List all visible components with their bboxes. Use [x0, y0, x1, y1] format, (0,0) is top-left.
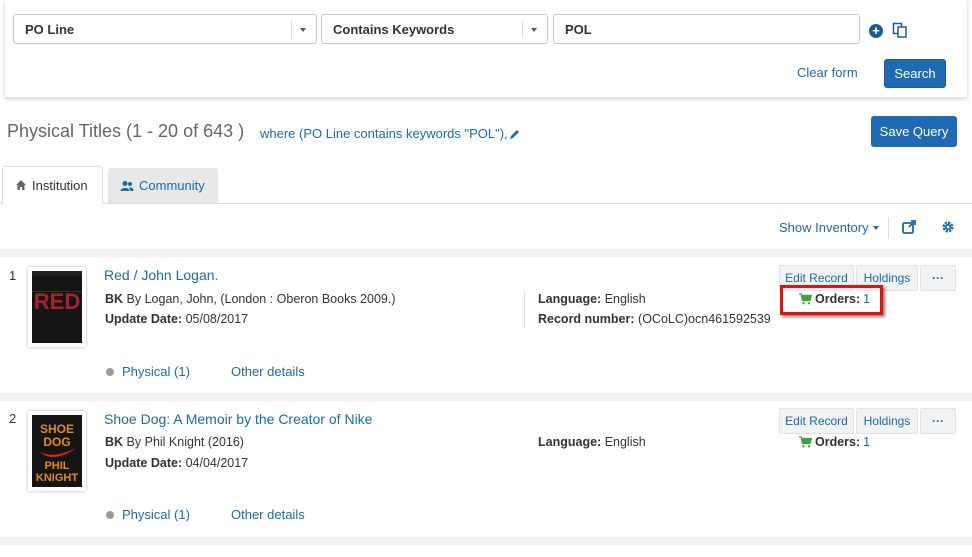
- search-value-input[interactable]: POL: [553, 14, 860, 44]
- result-record-partial: [0, 545, 972, 557]
- status-dot: [106, 367, 114, 376]
- status-dot: [106, 510, 114, 519]
- orders-summary[interactable]: Orders: 1: [799, 435, 870, 449]
- users-icon: [120, 180, 134, 191]
- holdings-button[interactable]: Holdings: [856, 408, 918, 434]
- show-inventory-label: Show Inventory: [779, 220, 869, 235]
- gear-icon[interactable]: [941, 220, 955, 234]
- update-date-label: Update Date:: [105, 456, 183, 470]
- query-description[interactable]: where (PO Line contains keywords "POL"),: [260, 126, 521, 141]
- search-operator-select[interactable]: Contains Keywords: [321, 14, 548, 44]
- tab-label: Institution: [32, 177, 88, 193]
- record-language-line: Language: English: [538, 435, 646, 449]
- material-type: BK: [105, 292, 124, 306]
- svg-text:DOG: DOG: [43, 435, 70, 449]
- edit-record-button[interactable]: Edit Record: [779, 408, 854, 434]
- record-update-line: Update Date: 05/08/2017: [105, 312, 248, 326]
- book-cover-thumbnail[interactable]: SHOE DOG PHIL KNIGHT: [28, 411, 86, 491]
- material-type: BK: [105, 435, 124, 449]
- record-byline: By Logan, John, (London : Oberon Books 2…: [126, 292, 396, 306]
- record-update-line: Update Date: 04/04/2017: [105, 456, 248, 470]
- results-separator: [0, 393, 972, 401]
- copy-icon[interactable]: [892, 22, 908, 38]
- record-title-link[interactable]: Shoe Dog: A Memoir by the Creator of Nik…: [104, 411, 372, 427]
- search-operator-value: Contains Keywords: [333, 21, 455, 37]
- results-separator: [0, 537, 972, 545]
- more-actions-button[interactable]: ···: [920, 408, 956, 434]
- tab-label: Community: [139, 178, 205, 193]
- add-condition-icon[interactable]: +: [869, 24, 883, 38]
- tab-institution[interactable]: Institution: [2, 166, 103, 204]
- highlight-annotation: [780, 285, 883, 315]
- svg-text:RED: RED: [34, 289, 80, 314]
- record-title-link[interactable]: Red / John Logan.: [104, 267, 218, 283]
- record-byline: By Phil Knight (2016): [126, 435, 244, 449]
- record-id-line: Record number: (OCoLC)ocn461592539: [538, 312, 771, 326]
- chevron-down-icon: [531, 28, 537, 32]
- physical-inventory-link[interactable]: Physical (1): [106, 364, 190, 379]
- book-cover-thumbnail[interactable]: RED: [28, 267, 86, 347]
- toolbar-divider: [888, 217, 889, 239]
- query-description-text: where (PO Line contains keywords "POL"),: [260, 126, 508, 141]
- language-label: Language:: [538, 292, 602, 306]
- orders-label: Orders:: [815, 435, 861, 449]
- clear-form-link[interactable]: Clear form: [797, 65, 858, 80]
- pencil-icon[interactable]: [509, 128, 521, 140]
- svg-text:KNIGHT: KNIGHT: [36, 472, 78, 484]
- language-value: English: [604, 292, 646, 306]
- search-panel: PO Line Contains Keywords POL + Clear fo…: [5, 0, 967, 98]
- chevron-down-icon: [300, 28, 306, 32]
- search-field-value: PO Line: [25, 21, 75, 37]
- cart-icon: [799, 436, 812, 448]
- save-query-button[interactable]: Save Query: [871, 116, 957, 147]
- column-divider: [524, 291, 525, 327]
- search-field-select[interactable]: PO Line: [13, 14, 317, 44]
- language-value: English: [604, 435, 646, 449]
- record-number: 2: [9, 411, 17, 426]
- book-cover-image: SHOE DOG PHIL KNIGHT: [32, 415, 82, 487]
- update-date-value: 05/08/2017: [185, 312, 249, 326]
- tab-bar-divider: [0, 203, 972, 204]
- svg-text:SHOE: SHOE: [40, 422, 74, 436]
- record-language-line: Language: English: [538, 292, 646, 306]
- update-date-label: Update Date:: [105, 312, 183, 326]
- other-details-link[interactable]: Other details: [231, 364, 305, 379]
- record-number-value: (OCoLC)ocn461592539: [638, 312, 771, 326]
- home-icon: [16, 180, 26, 190]
- search-button[interactable]: Search: [884, 59, 946, 88]
- record-number-label: Record number:: [538, 312, 635, 326]
- select-divider: [291, 20, 292, 38]
- other-details-link[interactable]: Other details: [231, 507, 305, 522]
- record-author-line: BK By Phil Knight (2016): [105, 435, 244, 449]
- record-author-line: BK By Logan, John, (London : Oberon Book…: [105, 292, 395, 306]
- select-divider: [522, 20, 523, 38]
- results-separator: [0, 249, 972, 257]
- record-number: 1: [9, 268, 17, 283]
- physical-label: Physical (1): [122, 507, 190, 522]
- svg-text:PHIL: PHIL: [44, 460, 69, 472]
- export-icon[interactable]: [902, 220, 916, 234]
- show-inventory-dropdown[interactable]: Show Inventory: [779, 220, 879, 235]
- search-value-text: POL: [565, 21, 592, 37]
- results-title: Physical Titles (1 - 20 of 643 ): [7, 121, 245, 141]
- more-actions-button[interactable]: ···: [920, 265, 956, 291]
- tab-community[interactable]: Community: [108, 168, 218, 203]
- result-record: 2 SHOE DOG PHIL KNIGHT Shoe Dog: A Memoi…: [0, 401, 966, 537]
- orders-count-link[interactable]: 1: [863, 435, 870, 449]
- physical-inventory-link[interactable]: Physical (1): [106, 507, 190, 522]
- language-label: Language:: [538, 435, 602, 449]
- update-date-value: 04/04/2017: [185, 456, 249, 470]
- physical-label: Physical (1): [122, 364, 190, 379]
- result-record: 1 RED Red / John Logan. BK By Logan, Joh…: [0, 257, 966, 393]
- book-cover-image: RED: [32, 271, 82, 343]
- chevron-down-icon: [872, 225, 879, 230]
